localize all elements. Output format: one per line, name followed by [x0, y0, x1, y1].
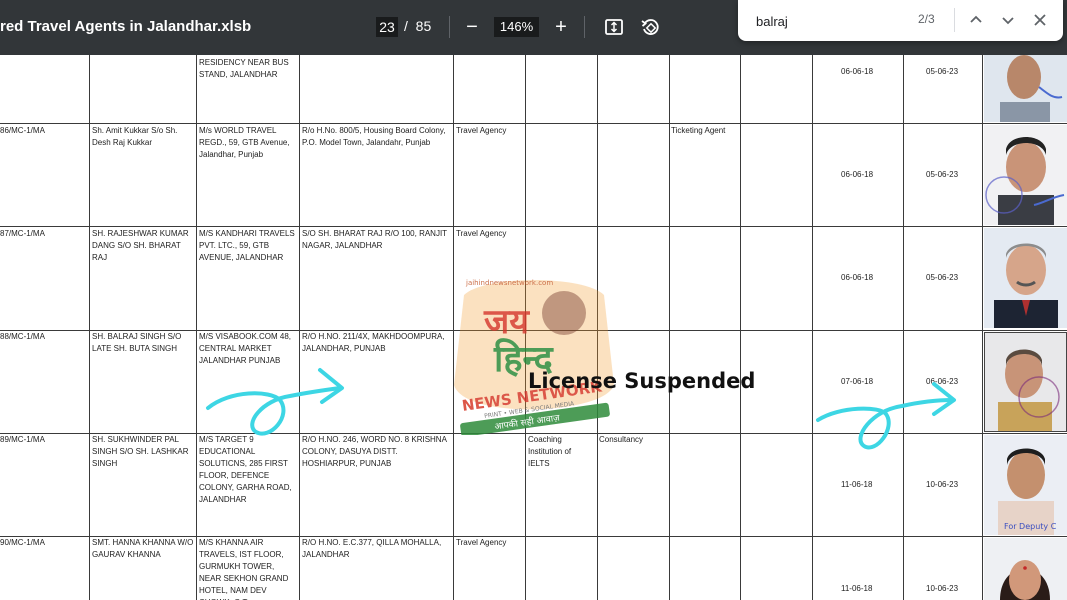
expiry-date: 10-06-23 — [926, 480, 959, 489]
rotate-icon — [641, 19, 659, 35]
watermark-line1: जय — [483, 302, 530, 342]
page-separator: / — [404, 18, 408, 34]
chevron-down-icon — [1002, 17, 1014, 25]
holder-photo — [984, 125, 1067, 225]
watermark-url: jaihindnewsnetwork.com — [465, 279, 553, 287]
issue-date: 06-06-18 — [841, 273, 874, 282]
reg-number: 90/MC-1/MA — [0, 538, 45, 547]
zoom-out-button[interactable]: − — [460, 15, 484, 39]
document-page: RESIDENCY NEAR BUS STAND, JALANDHAR 06-0… — [0, 55, 1067, 600]
grid-line — [982, 55, 983, 600]
pdf-toolbar: red Travel Agents in Jalandhar.xlsb 23 /… — [0, 0, 1067, 55]
page-total: / 85 — [404, 18, 431, 34]
issue-date: 06-06-18 — [841, 170, 874, 179]
expiry-date: 05-06-23 — [926, 67, 959, 76]
issue-date: 06-06-18 — [841, 67, 874, 76]
holder-photo — [984, 228, 1067, 328]
fit-page-icon — [605, 19, 623, 35]
grid-line — [196, 55, 197, 600]
expiry-date: 05-06-23 — [926, 273, 959, 282]
grid-line — [669, 55, 670, 600]
grid-line — [903, 55, 904, 600]
issue-date: 11-06-18 — [841, 480, 873, 489]
toolbar-divider — [449, 16, 450, 38]
address-cell: R/O H.NO. 211/4X, MAKHDOOMPURA, JALANDHA… — [302, 332, 445, 353]
expiry-date: 05-06-23 — [926, 170, 959, 179]
zoom-in-button[interactable]: + — [549, 15, 573, 39]
grid-line — [0, 226, 1067, 227]
firm-cell: M/s WORLD TRAVEL REGD., 59, GTB Avenue, … — [199, 126, 290, 159]
zoom-level-input[interactable]: 146% — [494, 17, 539, 37]
cyan-arrow-icon — [816, 382, 956, 450]
issue-date: 11-06-18 — [841, 584, 873, 593]
holder-name: Sh. Amit Kukkar S/o Sh. Desh Raj Kukkar — [92, 126, 178, 147]
holder-photo — [984, 538, 1067, 600]
toolbar-divider — [584, 16, 585, 38]
find-bar: 2/3 — [738, 0, 1063, 41]
reg-number: 86/MC-1/MA — [0, 126, 45, 135]
reg-number: 89/MC-1/MA — [0, 435, 45, 444]
ticketing-cell: Ticketing Agent — [671, 126, 726, 135]
find-close-button[interactable] — [1028, 8, 1052, 32]
chevron-up-icon — [970, 15, 982, 23]
find-input[interactable] — [754, 10, 908, 32]
coaching-cell: Coaching Institution of IELTS — [528, 435, 572, 468]
close-icon — [1034, 14, 1046, 26]
find-next-button[interactable] — [996, 8, 1020, 32]
page-number-input[interactable]: 23 — [376, 17, 398, 37]
holder-name: SH. SUKHWINDER PAL SINGH S/O SH. LASHKAR… — [92, 435, 189, 468]
address-cell: S/O SH. BHARAT RAJ R/O 100, RANJIT NAGAR… — [302, 229, 447, 250]
holder-name: SH. RAJESHWAR KUMAR DANG S/O SH. BHARAT … — [92, 229, 189, 262]
grid-line — [89, 55, 90, 600]
expiry-date: 10-06-23 — [926, 584, 959, 593]
firm-cell: RESIDENCY NEAR BUS STAND, JALANDHAR — [199, 58, 289, 79]
firm-cell: M/S KHANNA AIR TRAVELS, IST FLOOR, GURMU… — [199, 538, 289, 600]
reg-number: 87/MC-1/MA — [0, 229, 45, 238]
photo-stamp-text: For Deputy C — [1004, 522, 1057, 531]
fit-page-button[interactable] — [602, 15, 626, 39]
consultancy-cell: Consultancy — [599, 435, 644, 444]
firm-cell: M/S KANDHARI TRAVELS PVT. LTC., 59, GTB … — [199, 229, 295, 262]
address-cell: R/o H.No. 800/5, Housing Board Colony, P… — [302, 126, 446, 147]
holder-photo: For Deputy C — [984, 435, 1067, 535]
grid-line — [740, 55, 741, 600]
type-cell: Travel Agency — [456, 126, 507, 135]
holder-name: SH. BALRAJ SINGH S/O LATE SH. BUTA SINGH — [92, 332, 182, 353]
type-cell: Travel Agency — [456, 229, 507, 238]
holder-name: SMT. HANNA KHANNA W/O GAURAV KHANNA — [92, 538, 194, 559]
address-cell: R/O H.NO. E.C.377, QILLA MOHALLA, JALAND… — [302, 538, 442, 559]
grid-line — [299, 55, 300, 600]
news-watermark: जय हिन्द jaihindnewsnetwork.com NEWS NET… — [444, 275, 624, 437]
document-title: red Travel Agents in Jalandhar.xlsb — [0, 18, 252, 35]
cyan-arrow-icon — [206, 368, 344, 436]
total-pages: 85 — [415, 18, 432, 34]
find-match-count: 2/3 — [918, 12, 935, 26]
reg-number: 88/MC-1/MA — [0, 332, 45, 341]
rotate-button[interactable] — [638, 15, 662, 39]
find-divider — [954, 8, 955, 32]
grid-line — [812, 55, 813, 600]
type-cell: Travel Agency — [456, 538, 507, 547]
grid-line — [0, 123, 1067, 124]
find-previous-button[interactable] — [964, 8, 988, 32]
holder-photo — [984, 332, 1067, 432]
license-suspended-label: License Suspended — [528, 369, 756, 393]
